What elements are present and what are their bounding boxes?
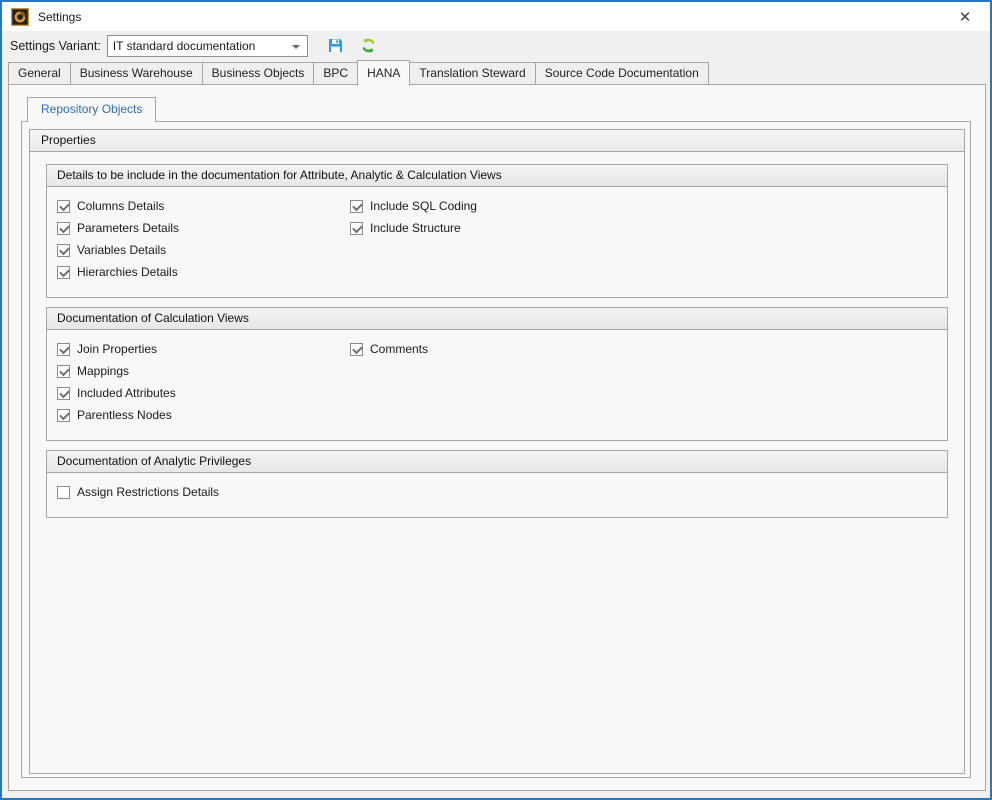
checkbox-hierarchies-details[interactable]	[57, 266, 70, 279]
settings-variant-value: IT standard documentation	[108, 39, 256, 53]
tab-bpc[interactable]: BPC	[313, 62, 358, 85]
section-left-column: Join Properties Mappings Included Attribut…	[57, 338, 937, 426]
checkbox-row-include-sql-coding[interactable]: Include SQL Coding	[350, 195, 477, 217]
checkbox-included-attributes[interactable]	[57, 387, 70, 400]
checkbox-label-include-structure: Include Structure	[370, 221, 461, 235]
section-caption: Documentation of Calculation Views	[47, 308, 947, 330]
section-documentation-of-analytic-privileges: Documentation of Analytic Privileges Assi…	[46, 450, 948, 518]
section-caption: Documentation of Analytic Privileges	[47, 451, 947, 473]
section-body: Join Properties Mappings Included Attribut…	[47, 330, 947, 440]
checkbox-row-columns-details[interactable]: Columns Details	[57, 195, 937, 217]
checkbox-row-comments[interactable]: Comments	[350, 338, 428, 360]
tab-hana[interactable]: HANA	[357, 60, 410, 86]
checkbox-row-parameters-details[interactable]: Parameters Details	[57, 217, 937, 239]
tab-repository-objects[interactable]: Repository Objects	[27, 97, 156, 122]
properties-caption: Properties	[30, 130, 964, 152]
main-tabstrip: GeneralBusiness WarehouseBusiness Object…	[8, 59, 984, 85]
tab-source-code-documentation[interactable]: Source Code Documentation	[535, 62, 709, 85]
section-caption: Details to be include in the documentati…	[47, 165, 947, 187]
checkbox-row-include-structure[interactable]: Include Structure	[350, 217, 477, 239]
chevron-down-icon[interactable]	[292, 45, 300, 49]
toolbar: Settings Variant: IT standard documentat…	[2, 31, 990, 60]
checkbox-label-parentless-nodes: Parentless Nodes	[77, 408, 172, 422]
section-body: Columns Details Parameters Details Variabl…	[47, 187, 947, 297]
close-button[interactable]: ✕	[946, 2, 984, 31]
section-details-to-be-include-in-the-documentati: Details to be include in the documentati…	[46, 164, 948, 298]
checkbox-row-included-attributes[interactable]: Included Attributes	[57, 382, 937, 404]
checkbox-label-columns-details: Columns Details	[77, 199, 164, 213]
checkbox-label-mappings: Mappings	[77, 364, 129, 378]
hana-tab-page: Repository Objects Properties Details to…	[8, 84, 986, 791]
checkbox-row-parentless-nodes[interactable]: Parentless Nodes	[57, 404, 937, 426]
checkbox-label-include-sql-coding: Include SQL Coding	[370, 199, 477, 213]
refresh-icon[interactable]	[360, 37, 377, 54]
properties-content: Details to be include in the documentati…	[30, 152, 964, 539]
section-left-column: Assign Restrictions Details	[57, 481, 937, 503]
section-body: Assign Restrictions Details	[47, 473, 947, 517]
checkbox-label-comments: Comments	[370, 342, 428, 356]
checkbox-row-assign-restrictions-details[interactable]: Assign Restrictions Details	[57, 481, 937, 503]
tab-business-objects[interactable]: Business Objects	[202, 62, 315, 85]
close-icon: ✕	[959, 8, 972, 26]
checkbox-parameters-details[interactable]	[57, 222, 70, 235]
settings-window: Settings ✕ Settings Variant: IT standard…	[0, 0, 992, 800]
checkbox-variables-details[interactable]	[57, 244, 70, 257]
checkbox-label-hierarchies-details: Hierarchies Details	[77, 265, 178, 279]
tab-general[interactable]: General	[8, 62, 71, 85]
tab-translation-steward[interactable]: Translation Steward	[409, 62, 535, 85]
checkbox-mappings[interactable]	[57, 365, 70, 378]
section-documentation-of-calculation-views: Documentation of Calculation Views Join P…	[46, 307, 948, 441]
checkbox-row-join-properties[interactable]: Join Properties	[57, 338, 937, 360]
checkbox-parentless-nodes[interactable]	[57, 409, 70, 422]
checkbox-label-assign-restrictions-details: Assign Restrictions Details	[77, 485, 219, 499]
section-right-column: Comments	[350, 338, 428, 360]
checkbox-row-variables-details[interactable]: Variables Details	[57, 239, 937, 261]
checkbox-row-mappings[interactable]: Mappings	[57, 360, 937, 382]
checkbox-label-join-properties: Join Properties	[77, 342, 157, 356]
tab-business-warehouse[interactable]: Business Warehouse	[70, 62, 203, 85]
app-icon	[11, 8, 29, 26]
checkbox-columns-details[interactable]	[57, 200, 70, 213]
save-icon[interactable]	[327, 37, 344, 54]
repository-objects-page: Properties Details to be include in the …	[21, 121, 971, 778]
checkbox-assign-restrictions-details[interactable]	[57, 486, 70, 499]
checkbox-label-variables-details: Variables Details	[77, 243, 166, 257]
checkbox-join-properties[interactable]	[57, 343, 70, 356]
repository-objects-tab-label: Repository Objects	[41, 102, 142, 116]
checkbox-row-hierarchies-details[interactable]: Hierarchies Details	[57, 261, 937, 283]
checkbox-include-structure[interactable]	[350, 222, 363, 235]
settings-variant-label: Settings Variant:	[10, 39, 101, 53]
settings-variant-combobox[interactable]: IT standard documentation	[107, 35, 308, 57]
checkbox-label-included-attributes: Included Attributes	[77, 386, 176, 400]
titlebar: Settings ✕	[2, 2, 990, 31]
checkbox-comments[interactable]	[350, 343, 363, 356]
section-right-column: Include SQL Coding Include Structure	[350, 195, 477, 239]
window-title: Settings	[38, 10, 81, 24]
checkbox-include-sql-coding[interactable]	[350, 200, 363, 213]
properties-groupbox: Properties Details to be include in the …	[29, 129, 965, 774]
checkbox-label-parameters-details: Parameters Details	[77, 221, 179, 235]
section-left-column: Columns Details Parameters Details Variabl…	[57, 195, 937, 283]
